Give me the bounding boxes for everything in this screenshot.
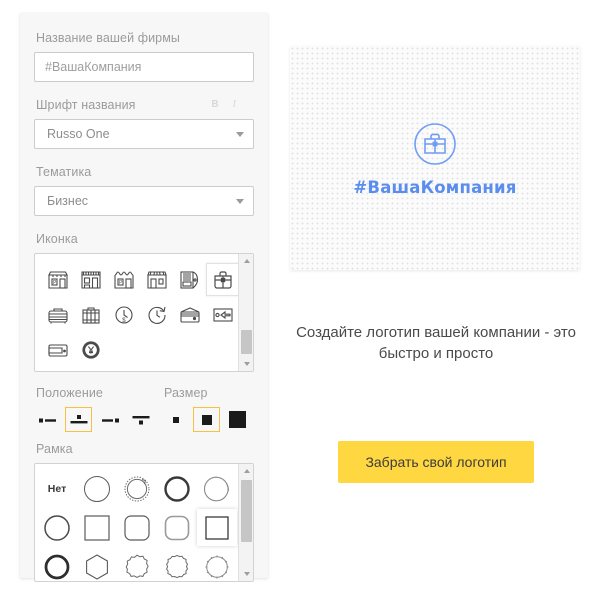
frame-option-scallop-12[interactable]	[117, 548, 157, 581]
frame-option-circle-thin[interactable]	[77, 470, 117, 507]
frame-grid-items: Нет	[35, 464, 240, 581]
position-options	[34, 407, 162, 432]
size-option-large[interactable]	[224, 407, 251, 432]
frame-option-circle-dashed-arrow[interactable]	[117, 470, 157, 507]
position-label: Положение	[36, 386, 103, 400]
icon-option-shop-parking[interactable]: P	[107, 263, 140, 296]
briefcase-circle-icon	[411, 120, 459, 173]
icon-option-trunk-case[interactable]	[74, 298, 107, 331]
scroll-down-icon[interactable]	[239, 357, 253, 371]
frame-option-square-sharp[interactable]	[77, 509, 117, 546]
frame-option-hexagon[interactable]	[77, 548, 117, 581]
theme-select[interactable]: Бизнес	[34, 186, 254, 216]
size-label: Размер	[164, 386, 208, 400]
chevron-down-icon	[236, 199, 244, 204]
position-option-icon-right[interactable]	[96, 407, 123, 432]
bold-toggle-button[interactable]: B	[211, 100, 218, 110]
frame-grid: Нет	[34, 463, 254, 582]
size-option-medium[interactable]	[193, 407, 220, 432]
size-option-small[interactable]	[162, 407, 189, 432]
size-group: Размер	[162, 386, 254, 432]
icon-option-wallet[interactable]	[173, 298, 206, 331]
frame-option-circle-thick[interactable]	[37, 548, 77, 581]
icon-option-suitcase[interactable]	[41, 298, 74, 331]
position-size-row: Положение Размер	[34, 386, 254, 432]
icon-option-shop-awning[interactable]: P	[41, 263, 74, 296]
font-label-row: Шрифт названия B I	[36, 98, 254, 112]
icon-option-card-wallet[interactable]	[41, 333, 74, 366]
scrollbar-thumb[interactable]	[241, 480, 252, 542]
frame-option-none[interactable]: Нет	[37, 470, 77, 507]
company-name-label: Название вашей фирмы	[36, 31, 181, 45]
italic-toggle-button[interactable]: I	[233, 100, 236, 110]
icon-option-yen-clock[interactable]	[74, 333, 107, 366]
font-select[interactable]: Russo One	[34, 119, 254, 149]
theme-select-value: Бизнес	[47, 194, 89, 208]
chevron-down-icon	[236, 132, 244, 137]
icon-option-clock-money[interactable]: $	[107, 298, 140, 331]
icon-grid: P P $	[34, 253, 254, 372]
frame-option-circle-medium[interactable]	[37, 509, 77, 546]
frame-grid-scrollbar[interactable]	[238, 464, 253, 581]
icon-label: Иконка	[36, 232, 78, 246]
icon-option-briefcase[interactable]	[206, 263, 239, 296]
icon-option-stopwatch[interactable]	[140, 298, 173, 331]
icon-grid-items: P P $	[35, 254, 239, 371]
scroll-up-icon[interactable]	[239, 464, 253, 478]
logo-company-text: #ВашаКомпания	[353, 177, 517, 197]
scroll-down-icon[interactable]	[239, 567, 253, 581]
icon-grid-scrollbar[interactable]	[238, 254, 253, 371]
company-name-input[interactable]: #ВашаКомпания	[34, 52, 254, 82]
font-select-value: Russo One	[47, 127, 110, 141]
frame-option-square-soft[interactable]	[157, 509, 197, 546]
position-option-icon-top[interactable]	[65, 407, 92, 432]
frame-option-scallop-14[interactable]	[157, 548, 197, 581]
position-group: Положение	[34, 386, 162, 432]
frame-option-gear-circle[interactable]	[197, 548, 237, 581]
frame-option-circle-bold[interactable]	[157, 470, 197, 507]
logo-preview[interactable]: #ВашаКомпания	[290, 46, 580, 270]
frame-option-square-shadow[interactable]	[197, 509, 237, 546]
frame-option-circle-sketch[interactable]	[197, 470, 237, 507]
icon-option-shop-market[interactable]	[140, 263, 173, 296]
get-logo-button[interactable]: Забрать свой логотип	[338, 441, 534, 483]
size-options	[162, 407, 254, 432]
editor-panel: Название вашей фирмы #ВашаКомпания Шрифт…	[20, 13, 268, 582]
scroll-up-icon[interactable]	[239, 254, 253, 268]
position-option-icon-bottom[interactable]	[127, 407, 154, 432]
logo-maker-app: Название вашей фирмы #ВашаКомпания Шрифт…	[0, 0, 600, 600]
theme-label: Тематика	[36, 165, 92, 179]
icon-option-shop-storefront[interactable]	[74, 263, 107, 296]
font-label: Шрифт названия	[36, 98, 136, 112]
icon-option-vending-machine[interactable]	[173, 263, 206, 296]
scrollbar-thumb[interactable]	[241, 330, 252, 354]
font-style-buttons: B I	[211, 100, 254, 110]
icon-option-money-exchange[interactable]	[206, 298, 239, 331]
frame-option-square-rounded[interactable]	[117, 509, 157, 546]
frame-label: Рамка	[36, 442, 73, 456]
tagline-text: Создайте логотип вашей компании - это бы…	[296, 324, 576, 362]
position-option-icon-left[interactable]	[34, 407, 61, 432]
